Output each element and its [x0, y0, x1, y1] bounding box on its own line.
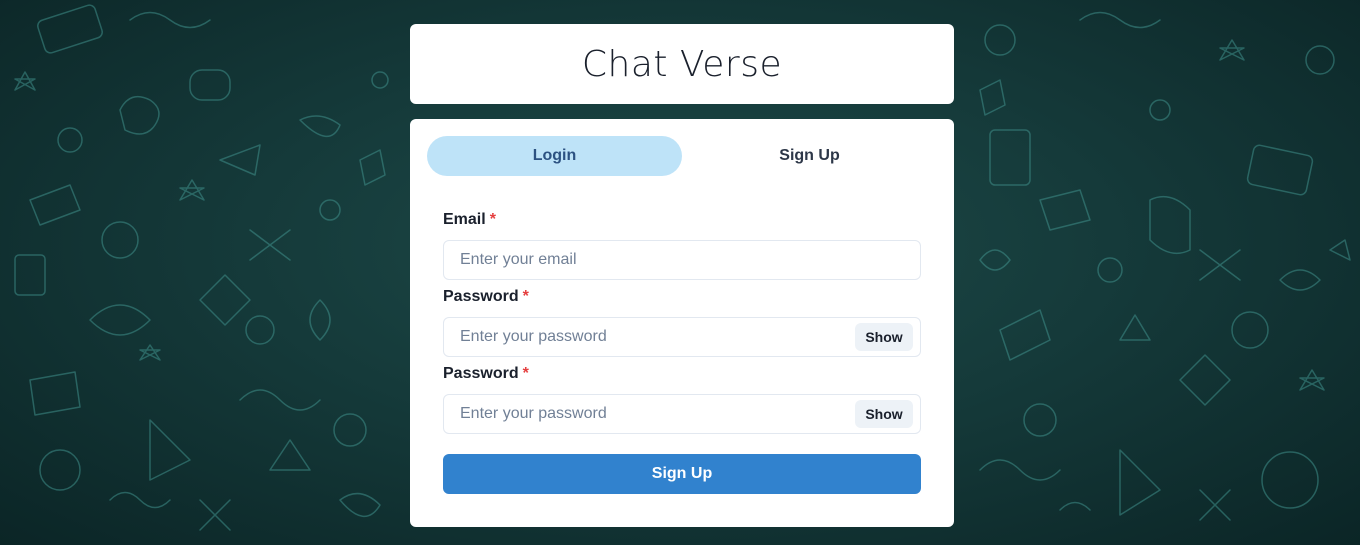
app-header-card: Chat Verse	[410, 24, 954, 104]
required-marker: *	[489, 211, 496, 228]
show-password-button[interactable]: Show	[855, 323, 913, 351]
email-field-wrapper	[443, 240, 921, 280]
sign-up-button[interactable]: Sign Up	[443, 454, 921, 494]
auth-tabs: Login Sign Up	[427, 136, 937, 176]
tab-sign-up[interactable]: Sign Up	[682, 136, 937, 176]
confirm-password-label: Password *	[443, 365, 529, 383]
password-label-text: Password	[443, 288, 519, 305]
confirm-password-field[interactable]	[444, 395, 920, 433]
auth-card: Login Sign Up Email* Password* Show Pass…	[410, 119, 954, 527]
app-title: Chat Verse	[581, 43, 783, 85]
email-label: Email *	[443, 211, 496, 229]
required-marker: *	[522, 365, 529, 382]
show-confirm-password-button[interactable]: Show	[855, 400, 913, 428]
email-label-text: Email	[443, 211, 486, 228]
confirm-password-field-wrapper: Show	[443, 394, 921, 434]
password-field-wrapper: Show	[443, 317, 921, 357]
password-field[interactable]	[444, 318, 920, 356]
email-field[interactable]	[444, 241, 920, 279]
required-marker: *	[522, 288, 529, 305]
tab-login[interactable]: Login	[427, 136, 682, 176]
confirm-password-label-text: Password	[443, 365, 519, 382]
password-label: Password *	[443, 288, 529, 306]
